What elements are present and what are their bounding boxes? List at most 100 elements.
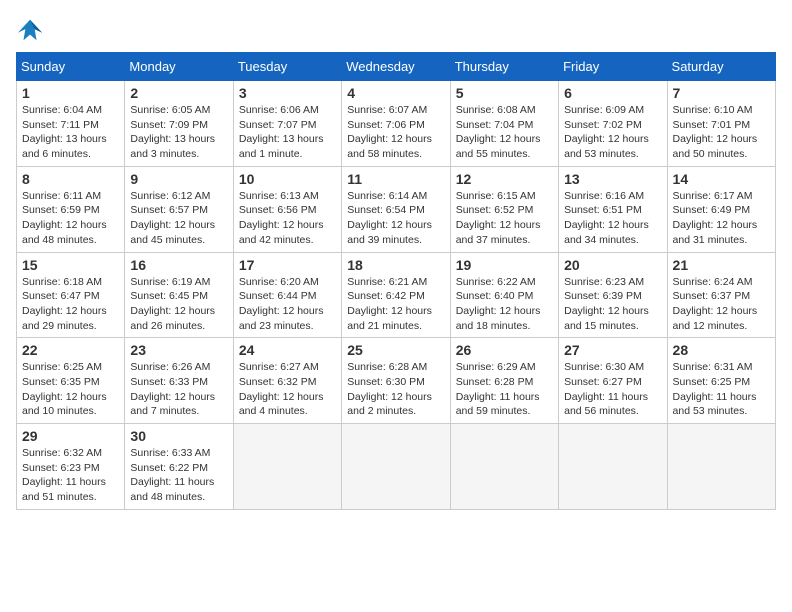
day-number: 22	[22, 342, 119, 358]
weekday-header-row: SundayMondayTuesdayWednesdayThursdayFrid…	[17, 53, 776, 81]
day-number: 2	[130, 85, 227, 101]
calendar-week-row: 1Sunrise: 6:04 AM Sunset: 7:11 PM Daylig…	[17, 81, 776, 167]
weekday-header: Monday	[125, 53, 233, 81]
weekday-header: Tuesday	[233, 53, 341, 81]
day-number: 11	[347, 171, 444, 187]
day-info: Sunrise: 6:13 AM Sunset: 6:56 PM Dayligh…	[239, 189, 336, 248]
day-number: 19	[456, 257, 553, 273]
table-row: 6 Sunrise: 6:09 AM Sunset: 7:02 PM Daylig…	[559, 81, 667, 167]
table-row: 1Sunrise: 6:04 AM Sunset: 7:11 PM Daylig…	[17, 81, 125, 167]
logo-bird-icon	[16, 16, 44, 44]
day-info: Sunrise: 6:07 AM Sunset: 7:06 PM Dayligh…	[347, 103, 444, 162]
day-number: 7	[673, 85, 770, 101]
table-row	[450, 424, 558, 510]
day-number: 28	[673, 342, 770, 358]
table-row: 12Sunrise: 6:15 AM Sunset: 6:52 PM Dayli…	[450, 166, 558, 252]
weekday-header: Friday	[559, 53, 667, 81]
day-info: Sunrise: 6:09 AM Sunset: 7:02 PM Dayligh…	[564, 103, 661, 162]
day-number: 16	[130, 257, 227, 273]
table-row: 22Sunrise: 6:25 AM Sunset: 6:35 PM Dayli…	[17, 338, 125, 424]
day-number: 17	[239, 257, 336, 273]
calendar-week-row: 15 Sunrise: 6:18 AM Sunset: 6:47 PM Dayli…	[17, 252, 776, 338]
table-row	[667, 424, 775, 510]
day-number: 13	[564, 171, 661, 187]
table-row: 30 Sunrise: 6:33 AM Sunset: 6:22 PM Dayli…	[125, 424, 233, 510]
day-info: Sunrise: 6:16 AM Sunset: 6:51 PM Dayligh…	[564, 189, 661, 248]
table-row: 26 Sunrise: 6:29 AM Sunset: 6:28 PM Dayli…	[450, 338, 558, 424]
calendar-week-row: 29 Sunrise: 6:32 AM Sunset: 6:23 PM Dayli…	[17, 424, 776, 510]
table-row: 20Sunrise: 6:23 AM Sunset: 6:39 PM Dayli…	[559, 252, 667, 338]
day-info: Sunrise: 6:31 AM Sunset: 6:25 PM Dayligh…	[673, 360, 770, 419]
logo	[16, 16, 48, 44]
header	[16, 16, 776, 44]
day-info: Sunrise: 6:05 AM Sunset: 7:09 PM Dayligh…	[130, 103, 227, 162]
table-row: 9 Sunrise: 6:12 AM Sunset: 6:57 PM Daylig…	[125, 166, 233, 252]
day-number: 14	[673, 171, 770, 187]
day-info: Sunrise: 6:12 AM Sunset: 6:57 PM Dayligh…	[130, 189, 227, 248]
day-info: Sunrise: 6:18 AM Sunset: 6:47 PM Dayligh…	[22, 275, 119, 334]
day-number: 23	[130, 342, 227, 358]
day-number: 8	[22, 171, 119, 187]
table-row: 8 Sunrise: 6:11 AM Sunset: 6:59 PM Daylig…	[17, 166, 125, 252]
day-info: Sunrise: 6:19 AM Sunset: 6:45 PM Dayligh…	[130, 275, 227, 334]
day-info: Sunrise: 6:17 AM Sunset: 6:49 PM Dayligh…	[673, 189, 770, 248]
day-info: Sunrise: 6:30 AM Sunset: 6:27 PM Dayligh…	[564, 360, 661, 419]
table-row: 24 Sunrise: 6:27 AM Sunset: 6:32 PM Dayli…	[233, 338, 341, 424]
day-info: Sunrise: 6:24 AM Sunset: 6:37 PM Dayligh…	[673, 275, 770, 334]
day-info: Sunrise: 6:15 AM Sunset: 6:52 PM Dayligh…	[456, 189, 553, 248]
table-row	[342, 424, 450, 510]
table-row: 16 Sunrise: 6:19 AM Sunset: 6:45 PM Dayli…	[125, 252, 233, 338]
weekday-header: Thursday	[450, 53, 558, 81]
weekday-header: Saturday	[667, 53, 775, 81]
day-number: 25	[347, 342, 444, 358]
day-number: 26	[456, 342, 553, 358]
day-number: 30	[130, 428, 227, 444]
day-number: 15	[22, 257, 119, 273]
day-number: 3	[239, 85, 336, 101]
table-row: 21Sunrise: 6:24 AM Sunset: 6:37 PM Dayli…	[667, 252, 775, 338]
day-number: 29	[22, 428, 119, 444]
day-info: Sunrise: 6:04 AM Sunset: 7:11 PM Dayligh…	[22, 103, 119, 162]
day-info: Sunrise: 6:21 AM Sunset: 6:42 PM Dayligh…	[347, 275, 444, 334]
day-number: 27	[564, 342, 661, 358]
day-info: Sunrise: 6:11 AM Sunset: 6:59 PM Dayligh…	[22, 189, 119, 248]
table-row: 27 Sunrise: 6:30 AM Sunset: 6:27 PM Dayli…	[559, 338, 667, 424]
table-row: 2 Sunrise: 6:05 AM Sunset: 7:09 PM Daylig…	[125, 81, 233, 167]
day-info: Sunrise: 6:33 AM Sunset: 6:22 PM Dayligh…	[130, 446, 227, 505]
table-row: 10 Sunrise: 6:13 AM Sunset: 6:56 PM Dayli…	[233, 166, 341, 252]
table-row: 29 Sunrise: 6:32 AM Sunset: 6:23 PM Dayli…	[17, 424, 125, 510]
day-number: 9	[130, 171, 227, 187]
calendar-week-row: 22Sunrise: 6:25 AM Sunset: 6:35 PM Dayli…	[17, 338, 776, 424]
table-row: 14 Sunrise: 6:17 AM Sunset: 6:49 PM Dayli…	[667, 166, 775, 252]
day-number: 10	[239, 171, 336, 187]
day-info: Sunrise: 6:06 AM Sunset: 7:07 PM Dayligh…	[239, 103, 336, 162]
day-info: Sunrise: 6:10 AM Sunset: 7:01 PM Dayligh…	[673, 103, 770, 162]
calendar-week-row: 8 Sunrise: 6:11 AM Sunset: 6:59 PM Daylig…	[17, 166, 776, 252]
day-info: Sunrise: 6:14 AM Sunset: 6:54 PM Dayligh…	[347, 189, 444, 248]
calendar: SundayMondayTuesdayWednesdayThursdayFrid…	[16, 52, 776, 510]
table-row: 4 Sunrise: 6:07 AM Sunset: 7:06 PM Daylig…	[342, 81, 450, 167]
day-info: Sunrise: 6:20 AM Sunset: 6:44 PM Dayligh…	[239, 275, 336, 334]
table-row: 19Sunrise: 6:22 AM Sunset: 6:40 PM Dayli…	[450, 252, 558, 338]
day-info: Sunrise: 6:32 AM Sunset: 6:23 PM Dayligh…	[22, 446, 119, 505]
table-row: 23Sunrise: 6:26 AM Sunset: 6:33 PM Dayli…	[125, 338, 233, 424]
table-row: 7 Sunrise: 6:10 AM Sunset: 7:01 PM Daylig…	[667, 81, 775, 167]
day-number: 24	[239, 342, 336, 358]
table-row: 15 Sunrise: 6:18 AM Sunset: 6:47 PM Dayli…	[17, 252, 125, 338]
table-row: 17 Sunrise: 6:20 AM Sunset: 6:44 PM Dayli…	[233, 252, 341, 338]
day-info: Sunrise: 6:28 AM Sunset: 6:30 PM Dayligh…	[347, 360, 444, 419]
table-row: 28 Sunrise: 6:31 AM Sunset: 6:25 PM Dayli…	[667, 338, 775, 424]
weekday-header: Sunday	[17, 53, 125, 81]
day-number: 4	[347, 85, 444, 101]
day-number: 20	[564, 257, 661, 273]
table-row	[233, 424, 341, 510]
day-number: 18	[347, 257, 444, 273]
table-row	[559, 424, 667, 510]
table-row: 25 Sunrise: 6:28 AM Sunset: 6:30 PM Dayli…	[342, 338, 450, 424]
day-info: Sunrise: 6:29 AM Sunset: 6:28 PM Dayligh…	[456, 360, 553, 419]
day-number: 6	[564, 85, 661, 101]
table-row: 5Sunrise: 6:08 AM Sunset: 7:04 PM Daylig…	[450, 81, 558, 167]
table-row: 11 Sunrise: 6:14 AM Sunset: 6:54 PM Dayli…	[342, 166, 450, 252]
weekday-header: Wednesday	[342, 53, 450, 81]
day-info: Sunrise: 6:27 AM Sunset: 6:32 PM Dayligh…	[239, 360, 336, 419]
